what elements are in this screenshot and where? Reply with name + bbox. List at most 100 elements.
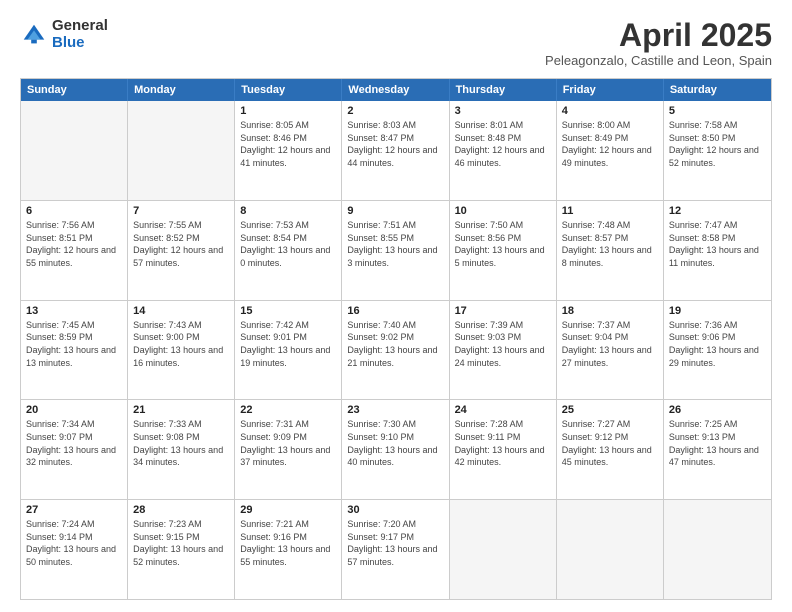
- day-number: 22: [240, 404, 336, 416]
- title-block: April 2025 Peleagonzalo, Castille and Le…: [545, 18, 772, 68]
- day-info: Sunrise: 7:55 AM Sunset: 8:52 PM Dayligh…: [133, 219, 229, 269]
- day-number: 5: [669, 105, 766, 117]
- day-info: Sunrise: 7:51 AM Sunset: 8:55 PM Dayligh…: [347, 219, 443, 269]
- day-cell-3: 3Sunrise: 8:01 AM Sunset: 8:48 PM Daylig…: [450, 101, 557, 200]
- day-number: 29: [240, 504, 336, 516]
- day-info: Sunrise: 7:25 AM Sunset: 9:13 PM Dayligh…: [669, 418, 766, 468]
- calendar: SundayMondayTuesdayWednesdayThursdayFrid…: [20, 78, 772, 600]
- day-info: Sunrise: 7:39 AM Sunset: 9:03 PM Dayligh…: [455, 319, 551, 369]
- day-cell-1: 1 Sunrise: 8:05 AM Sunset: 8:46 PM Daylig…: [235, 101, 342, 200]
- day-number: 12: [669, 205, 766, 217]
- weekday-header-thursday: Thursday: [450, 79, 557, 101]
- day-number: 23: [347, 404, 443, 416]
- day-number: 30: [347, 504, 443, 516]
- day-info: Sunrise: 7:58 AM Sunset: 8:50 PM Dayligh…: [669, 119, 766, 169]
- day-number: 27: [26, 504, 122, 516]
- day-number: 17: [455, 305, 551, 317]
- day-number: 11: [562, 205, 658, 217]
- day-cell-9: 9 Sunrise: 7:51 AM Sunset: 8:55 PM Daylig…: [342, 201, 449, 300]
- day-number: 18: [562, 305, 658, 317]
- day-cell-11: 11Sunrise: 7:48 AM Sunset: 8:57 PM Dayli…: [557, 201, 664, 300]
- weekday-header-monday: Monday: [128, 79, 235, 101]
- day-number: 7: [133, 205, 229, 217]
- day-cell-27: 27 Sunrise: 7:24 AM Sunset: 9:14 PM Dayli…: [21, 500, 128, 599]
- calendar-header: SundayMondayTuesdayWednesdayThursdayFrid…: [21, 79, 771, 101]
- day-info: Sunrise: 7:27 AM Sunset: 9:12 PM Dayligh…: [562, 418, 658, 468]
- day-number: 2: [347, 105, 443, 117]
- day-info: Sunrise: 7:20 AM Sunset: 9:17 PM Dayligh…: [347, 518, 443, 568]
- calendar-row-4: 27 Sunrise: 7:24 AM Sunset: 9:14 PM Dayli…: [21, 499, 771, 599]
- day-number: 21: [133, 404, 229, 416]
- logo-general: General: [52, 18, 108, 35]
- day-cell-6: 6Sunrise: 7:56 AM Sunset: 8:51 PM Daylig…: [21, 201, 128, 300]
- day-cell-29: 29Sunrise: 7:21 AM Sunset: 9:16 PM Dayli…: [235, 500, 342, 599]
- empty-cell-0-1: [128, 101, 235, 200]
- day-cell-13: 13 Sunrise: 7:45 AM Sunset: 8:59 PM Dayli…: [21, 301, 128, 400]
- day-info: Sunrise: 7:34 AM Sunset: 9:07 PM Dayligh…: [26, 418, 122, 468]
- day-info: Sunrise: 7:37 AM Sunset: 9:04 PM Dayligh…: [562, 319, 658, 369]
- calendar-row-3: 20 Sunrise: 7:34 AM Sunset: 9:07 PM Dayli…: [21, 399, 771, 499]
- day-cell-22: 22 Sunrise: 7:31 AM Sunset: 9:09 PM Dayli…: [235, 400, 342, 499]
- empty-cell-4-4: [450, 500, 557, 599]
- day-number: 8: [240, 205, 336, 217]
- day-cell-8: 8Sunrise: 7:53 AM Sunset: 8:54 PM Daylig…: [235, 201, 342, 300]
- calendar-body: 1 Sunrise: 8:05 AM Sunset: 8:46 PM Daylig…: [21, 101, 771, 599]
- day-cell-2: 2Sunrise: 8:03 AM Sunset: 8:47 PM Daylig…: [342, 101, 449, 200]
- weekday-header-tuesday: Tuesday: [235, 79, 342, 101]
- day-cell-21: 21 Sunrise: 7:33 AM Sunset: 9:08 PM Dayli…: [128, 400, 235, 499]
- weekday-header-saturday: Saturday: [664, 79, 771, 101]
- page: General Blue April 2025 Peleagonzalo, Ca…: [0, 0, 792, 612]
- empty-cell-4-6: [664, 500, 771, 599]
- day-number: 3: [455, 105, 551, 117]
- day-cell-10: 10 Sunrise: 7:50 AM Sunset: 8:56 PM Dayli…: [450, 201, 557, 300]
- day-info: Sunrise: 7:33 AM Sunset: 9:08 PM Dayligh…: [133, 418, 229, 468]
- logo-blue: Blue: [52, 35, 108, 52]
- empty-cell-4-5: [557, 500, 664, 599]
- logo-icon: [20, 21, 48, 49]
- month-title: April 2025: [545, 18, 772, 53]
- logo-text: General Blue: [52, 18, 108, 51]
- location-subtitle: Peleagonzalo, Castille and Leon, Spain: [545, 53, 772, 68]
- day-info: Sunrise: 7:42 AM Sunset: 9:01 PM Dayligh…: [240, 319, 336, 369]
- day-info: Sunrise: 7:24 AM Sunset: 9:14 PM Dayligh…: [26, 518, 122, 568]
- day-number: 25: [562, 404, 658, 416]
- logo: General Blue: [20, 18, 108, 51]
- weekday-header-friday: Friday: [557, 79, 664, 101]
- day-number: 28: [133, 504, 229, 516]
- day-cell-26: 26Sunrise: 7:25 AM Sunset: 9:13 PM Dayli…: [664, 400, 771, 499]
- day-cell-17: 17 Sunrise: 7:39 AM Sunset: 9:03 PM Dayli…: [450, 301, 557, 400]
- day-cell-24: 24Sunrise: 7:28 AM Sunset: 9:11 PM Dayli…: [450, 400, 557, 499]
- day-info: Sunrise: 7:31 AM Sunset: 9:09 PM Dayligh…: [240, 418, 336, 468]
- day-cell-7: 7 Sunrise: 7:55 AM Sunset: 8:52 PM Daylig…: [128, 201, 235, 300]
- day-number: 13: [26, 305, 122, 317]
- day-info: Sunrise: 7:45 AM Sunset: 8:59 PM Dayligh…: [26, 319, 122, 369]
- calendar-row-0: 1 Sunrise: 8:05 AM Sunset: 8:46 PM Daylig…: [21, 101, 771, 200]
- day-info: Sunrise: 7:40 AM Sunset: 9:02 PM Dayligh…: [347, 319, 443, 369]
- day-number: 16: [347, 305, 443, 317]
- day-cell-12: 12 Sunrise: 7:47 AM Sunset: 8:58 PM Dayli…: [664, 201, 771, 300]
- day-info: Sunrise: 7:30 AM Sunset: 9:10 PM Dayligh…: [347, 418, 443, 468]
- day-cell-28: 28 Sunrise: 7:23 AM Sunset: 9:15 PM Dayli…: [128, 500, 235, 599]
- day-number: 10: [455, 205, 551, 217]
- day-cell-18: 18 Sunrise: 7:37 AM Sunset: 9:04 PM Dayli…: [557, 301, 664, 400]
- day-cell-30: 30 Sunrise: 7:20 AM Sunset: 9:17 PM Dayli…: [342, 500, 449, 599]
- day-number: 9: [347, 205, 443, 217]
- day-cell-25: 25 Sunrise: 7:27 AM Sunset: 9:12 PM Dayli…: [557, 400, 664, 499]
- day-number: 4: [562, 105, 658, 117]
- calendar-row-1: 6Sunrise: 7:56 AM Sunset: 8:51 PM Daylig…: [21, 200, 771, 300]
- weekday-header-sunday: Sunday: [21, 79, 128, 101]
- day-cell-15: 15Sunrise: 7:42 AM Sunset: 9:01 PM Dayli…: [235, 301, 342, 400]
- day-info: Sunrise: 7:36 AM Sunset: 9:06 PM Dayligh…: [669, 319, 766, 369]
- day-info: Sunrise: 7:43 AM Sunset: 9:00 PM Dayligh…: [133, 319, 229, 369]
- day-info: Sunrise: 7:50 AM Sunset: 8:56 PM Dayligh…: [455, 219, 551, 269]
- day-info: Sunrise: 7:23 AM Sunset: 9:15 PM Dayligh…: [133, 518, 229, 568]
- day-info: Sunrise: 7:47 AM Sunset: 8:58 PM Dayligh…: [669, 219, 766, 269]
- day-number: 1: [240, 105, 336, 117]
- day-info: Sunrise: 7:28 AM Sunset: 9:11 PM Dayligh…: [455, 418, 551, 468]
- day-info: Sunrise: 8:05 AM Sunset: 8:46 PM Dayligh…: [240, 119, 336, 169]
- day-cell-14: 14Sunrise: 7:43 AM Sunset: 9:00 PM Dayli…: [128, 301, 235, 400]
- day-number: 19: [669, 305, 766, 317]
- day-info: Sunrise: 8:00 AM Sunset: 8:49 PM Dayligh…: [562, 119, 658, 169]
- day-info: Sunrise: 7:56 AM Sunset: 8:51 PM Dayligh…: [26, 219, 122, 269]
- day-number: 20: [26, 404, 122, 416]
